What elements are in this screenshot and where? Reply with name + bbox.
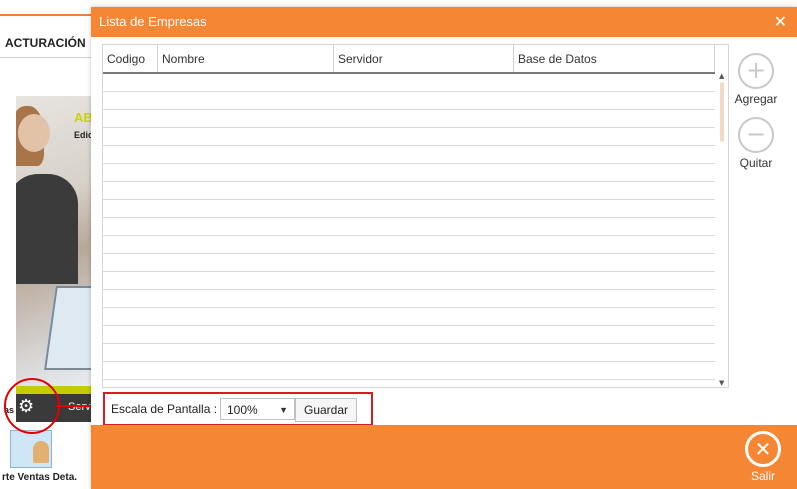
table-row[interactable]: [103, 74, 715, 92]
minus-icon: −: [738, 117, 774, 153]
server-label[interactable]: Servi: [68, 401, 93, 413]
exit-label: Salir: [750, 469, 775, 483]
table-row[interactable]: [103, 308, 715, 326]
hero-person-body: [16, 174, 78, 284]
table-row[interactable]: [103, 146, 715, 164]
table-row[interactable]: [103, 362, 715, 380]
scroll-down-icon[interactable]: ▼: [719, 379, 724, 387]
hero-person-head: [18, 114, 50, 152]
report-icon[interactable]: [10, 430, 52, 468]
table-header: Codigo Nombre Servidor Base de Datos: [103, 45, 715, 74]
hero-banner-image: AB Edic: [16, 96, 96, 386]
companies-table[interactable]: Codigo Nombre Servidor Base de Datos ▲ ▼: [102, 44, 729, 388]
close-icon[interactable]: ✕: [774, 12, 787, 31]
report-label[interactable]: rte Ventas Deta.: [2, 472, 77, 483]
table-row[interactable]: [103, 236, 715, 254]
column-servidor[interactable]: Servidor: [334, 45, 514, 72]
column-nombre[interactable]: Nombre: [158, 45, 334, 72]
dropdown-arrow-icon[interactable]: ▼: [279, 399, 288, 421]
add-company-button[interactable]: + Agregar: [726, 53, 786, 106]
save-button[interactable]: Guardar: [295, 398, 357, 422]
table-row[interactable]: [103, 92, 715, 110]
table-row[interactable]: [103, 254, 715, 272]
hero-title: AB: [74, 110, 93, 125]
dialog-title: Lista de Empresas: [99, 14, 207, 29]
exit-button[interactable]: ✕ Salir: [743, 431, 783, 483]
table-body: [103, 74, 715, 380]
table-row[interactable]: [103, 164, 715, 182]
scroll-thumb[interactable]: [720, 82, 724, 142]
divider: [0, 57, 95, 58]
close-circle-icon: ✕: [745, 431, 781, 467]
screen-scale-group: Escala de Pantalla : 100% ▼ Guardar: [103, 392, 373, 426]
hero-laptop: [44, 286, 96, 370]
report-avatar-icon: [33, 441, 49, 463]
add-label: Agregar: [734, 92, 778, 106]
table-row[interactable]: [103, 272, 715, 290]
screen-scale-label: Escala de Pantalla :: [111, 402, 218, 416]
column-codigo[interactable]: Codigo: [103, 45, 158, 72]
table-row[interactable]: [103, 218, 715, 236]
dialog-footer: ✕ Salir: [91, 425, 797, 489]
companies-dialog: Lista de Empresas ✕ Codigo Nombre Servid…: [91, 7, 797, 489]
table-row[interactable]: [103, 326, 715, 344]
table-row[interactable]: [103, 200, 715, 218]
table-row[interactable]: [103, 182, 715, 200]
screen-scale-select[interactable]: 100% ▼: [220, 398, 295, 420]
scroll-up-icon[interactable]: ▲: [719, 72, 724, 80]
table-row[interactable]: [103, 110, 715, 128]
plus-icon: +: [738, 53, 774, 89]
highlight-circle: [4, 378, 60, 434]
screen-scale-value: 100%: [227, 403, 258, 417]
dialog-titlebar: Lista de Empresas ✕: [91, 7, 797, 37]
table-row[interactable]: [103, 290, 715, 308]
module-title: ACTURACIÓN: [5, 36, 86, 50]
remove-label: Quitar: [739, 156, 773, 170]
table-row[interactable]: [103, 344, 715, 362]
column-base-de-datos[interactable]: Base de Datos: [514, 45, 715, 72]
remove-company-button[interactable]: − Quitar: [726, 117, 786, 170]
table-row[interactable]: [103, 128, 715, 146]
